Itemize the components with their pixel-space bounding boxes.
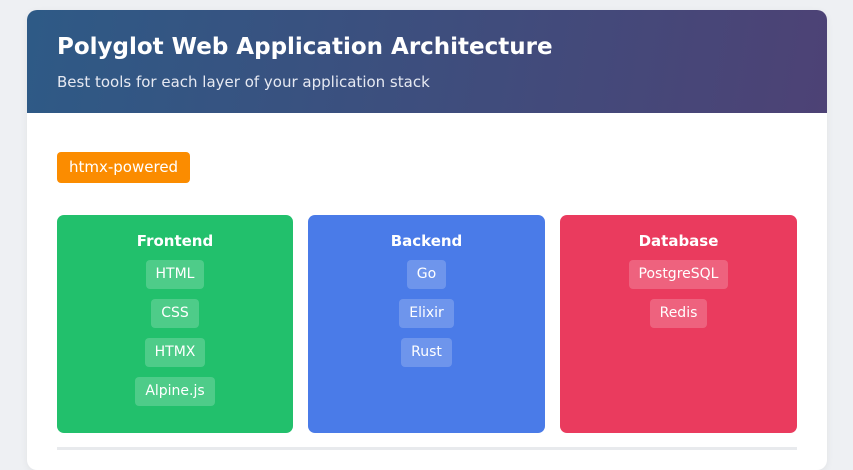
- tool-list-frontend: HTML CSS HTMX Alpine.js: [135, 260, 215, 416]
- tool-list-database: PostgreSQL Redis: [628, 260, 729, 338]
- tool-chip: Rust: [401, 338, 452, 367]
- layer-title-frontend: Frontend: [136, 232, 214, 250]
- tool-chip: HTMX: [144, 338, 206, 367]
- layer-grid: Frontend HTML CSS HTMX Alpine.js Backend…: [57, 215, 797, 433]
- tool-list-backend: Go Elixir Rust: [399, 260, 454, 377]
- htmx-badge: htmx-powered: [57, 152, 191, 183]
- page-subtitle: Best tools for each layer of your applic…: [57, 73, 430, 91]
- architecture-card: Polyglot Web Application Architecture Be…: [27, 10, 827, 470]
- layer-card-backend: Backend Go Elixir Rust: [308, 215, 545, 433]
- tool-chip: HTML: [145, 260, 205, 289]
- layer-title-backend: Backend: [390, 232, 463, 250]
- tool-chip: Go: [406, 260, 447, 289]
- layer-title-database: Database: [638, 232, 719, 250]
- page-title: Polyglot Web Application Architecture: [57, 34, 553, 60]
- tool-chip: Elixir: [399, 299, 454, 328]
- layer-card-frontend: Frontend HTML CSS HTMX Alpine.js: [57, 215, 293, 433]
- tool-chip: CSS: [151, 299, 199, 328]
- tool-chip: Redis: [649, 299, 708, 328]
- layer-card-database: Database PostgreSQL Redis: [560, 215, 797, 433]
- tool-chip: Alpine.js: [135, 377, 215, 406]
- tool-chip: PostgreSQL: [628, 260, 729, 289]
- page-header: Polyglot Web Application Architecture Be…: [27, 10, 827, 113]
